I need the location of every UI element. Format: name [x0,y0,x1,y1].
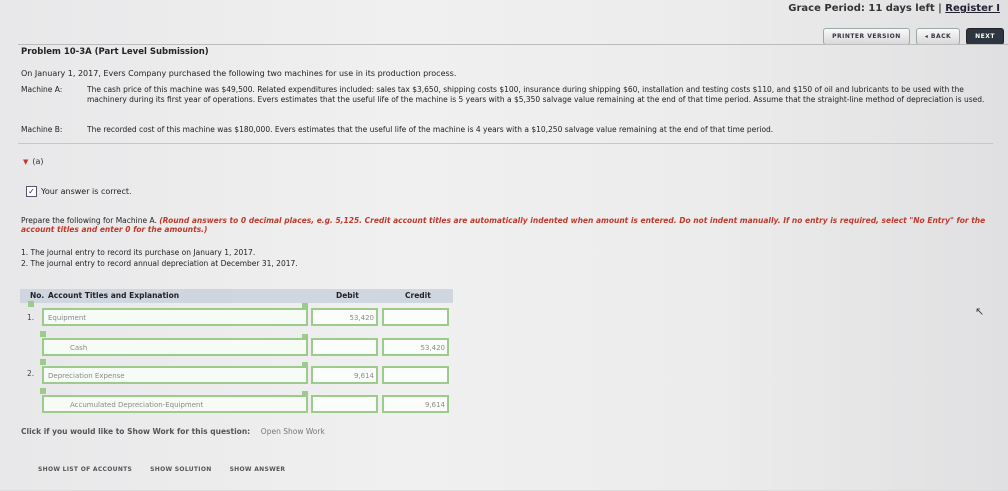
instruction-plain: Prepare the following for Machine A. [21,216,160,225]
credit-field[interactable] [382,308,449,326]
debit-field[interactable]: 9,614 [311,366,378,384]
part-a-label: (a) [32,157,44,166]
problem-title: Problem 10-3A (Part Level Submission) [21,47,209,57]
credit-field[interactable]: 9,614 [382,395,449,413]
footer-actions: SHOW LIST OF ACCOUNTS SHOW SOLUTION SHOW… [38,466,285,473]
header-credit: Credit [405,291,431,300]
part-a-toggle[interactable]: ▼ (a) [23,157,44,166]
machine-a-label: Machine A: [21,85,63,94]
debit-field[interactable]: 53,420 [311,308,378,326]
page: Grace Period: 11 days left | Register I … [0,0,1008,490]
header-account: Account Titles and Explanation [48,291,180,300]
mouse-cursor-icon: ↖ [975,305,985,318]
step-1: 1. The journal entry to record its purch… [21,248,256,257]
problem-content: Problem 10-3A (Part Level Submission) On… [18,44,1008,491]
credit-field[interactable] [382,366,449,384]
grace-period-text: Grace Period: 11 days left [788,3,935,14]
show-work-row: Click if you would like to Show Work for… [21,427,325,436]
status-tick-icon [302,391,308,397]
machine-b-text: The recorded cost of this machine was $1… [87,125,774,134]
status-tick-icon [302,334,308,340]
problem-intro: On January 1, 2017, Evers Company purcha… [21,69,457,78]
status-tick-icon [28,301,34,307]
debit-field[interactable] [311,395,378,413]
collapse-triangle-icon: ▼ [23,157,29,166]
checkmark-icon: ✓ [26,186,37,197]
header-debit: Debit [336,291,359,300]
credit-field[interactable]: 53,420 [382,338,449,356]
open-show-work-link[interactable]: Open Show Work [261,427,325,436]
show-solution-link[interactable]: SHOW SOLUTION [150,466,211,473]
nav-buttons: PRINTER VERSION ◂ BACK NEXT [823,28,1004,45]
grace-period-bar: Grace Period: 11 days left | Register I [788,3,1000,14]
correct-status: ✓ Your answer is correct. [26,186,132,197]
register-link[interactable]: Register I [945,3,1000,14]
machine-a-text: The cash price of this machine was $49,5… [87,85,985,104]
status-tick-icon [302,303,308,309]
steps: 1. The journal entry to record its purch… [21,247,298,269]
back-button[interactable]: ◂ BACK [915,28,961,45]
journal-table-header: No. Account Titles and Explanation Debit… [20,289,453,303]
machine-b-row: Machine B: The recorded cost of this mac… [21,125,987,135]
account-field[interactable]: Accumulated Depreciation-Equipment [42,395,308,413]
show-list-of-accounts-link[interactable]: SHOW LIST OF ACCOUNTS [38,466,132,473]
status-tick-icon [40,388,46,394]
correct-text: Your answer is correct. [41,187,132,196]
next-button[interactable]: NEXT [966,28,1004,45]
row-number: 1. [27,313,35,322]
machine-a-row: Machine A: The cash price of this machin… [21,85,987,105]
account-field[interactable]: Depreciation Expense [42,366,308,384]
step-2: 2. The journal entry to record annual de… [21,259,298,268]
status-tick-icon [302,362,308,368]
account-field[interactable]: Equipment [42,308,308,326]
machine-b-label: Machine B: [21,125,63,134]
show-answer-link[interactable]: SHOW ANSWER [230,466,286,473]
show-work-prompt: Click if you would like to Show Work for… [21,427,251,436]
status-tick-icon [40,331,46,337]
debit-field[interactable] [311,338,378,356]
account-field[interactable]: Cash [42,338,308,356]
instructions: Prepare the following for Machine A. (Ro… [21,216,991,234]
status-tick-icon [40,359,46,365]
printer-version-button[interactable]: PRINTER VERSION [823,28,910,45]
header-no: No. [30,291,45,300]
separator: | [938,3,942,14]
row-number: 2. [27,369,35,378]
instruction-red: (Round answers to 0 decimal places, e.g.… [21,216,986,234]
divider [18,143,993,144]
